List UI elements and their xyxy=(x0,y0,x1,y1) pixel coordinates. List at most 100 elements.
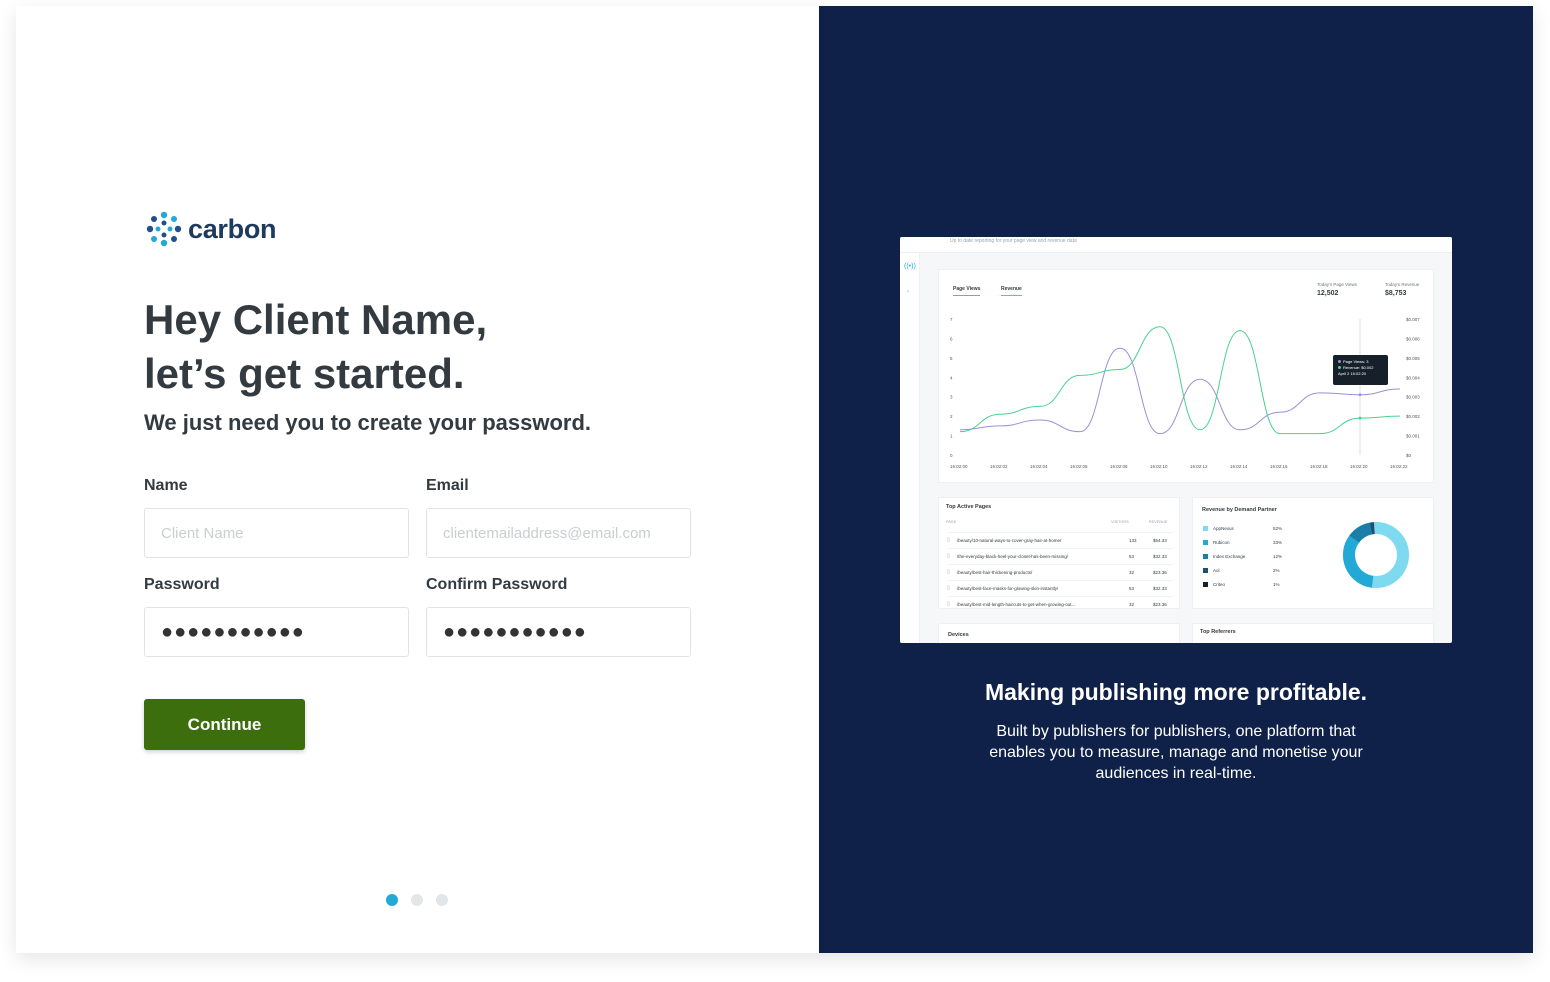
hover-point xyxy=(1358,393,1362,397)
signup-card: carbon Hey Client Name, let’s get starte… xyxy=(16,6,1533,953)
y2-tick-label: $0.002 xyxy=(1406,414,1420,419)
name-field[interactable] xyxy=(144,508,409,558)
y-tick-label: 2 xyxy=(950,414,953,419)
x-tick-label: 15:02:06 xyxy=(1110,464,1128,469)
legend-swatch xyxy=(1203,526,1208,531)
brand-name: carbon xyxy=(188,213,277,244)
brand-logo: carbon xyxy=(144,208,277,250)
y-tick-label: 5 xyxy=(950,356,953,361)
partner-percent: 1% xyxy=(1273,582,1280,587)
y2-tick-label: $0.003 xyxy=(1406,395,1420,400)
devices-panel: Devices xyxy=(938,623,1180,643)
top-page-row: ▯ /beauty/best-mid-length-haircuts-to-get… xyxy=(947,596,1172,612)
x-tick-label: 15:02:04 xyxy=(1030,464,1048,469)
top-page-path: /beauty/10-natural-ways-to-cover-gray-ha… xyxy=(957,538,1062,543)
top-page-path: /the-everyday-black-heel-your-closet-has… xyxy=(957,554,1069,559)
col-visitors: VISITORS xyxy=(1111,520,1129,524)
top-page-revenue: $23.36 xyxy=(1153,602,1167,607)
continue-button[interactable]: Continue xyxy=(144,699,305,750)
password-label: Password xyxy=(144,576,220,593)
top-page-revenue: $32.33 xyxy=(1153,586,1167,591)
page-icon: ▯ xyxy=(947,537,950,543)
step-dot-3[interactable] xyxy=(436,894,448,906)
legend-swatch xyxy=(1203,540,1208,545)
top-page-visitors: 53 xyxy=(1129,554,1135,559)
partner-item: Index Exchange 12% xyxy=(1203,554,1282,559)
step-indicator xyxy=(386,894,448,906)
top-page-visitors: 53 xyxy=(1129,586,1135,591)
partner-name: Aol xyxy=(1213,568,1220,573)
preview-sidebar: ((•)) › xyxy=(900,253,920,643)
form-panel: carbon Hey Client Name, let’s get starte… xyxy=(16,6,819,953)
partner-name: AppNexus xyxy=(1213,526,1234,531)
email-field[interactable] xyxy=(426,508,691,558)
top-page-visitors: 32 xyxy=(1129,602,1135,607)
partner-percent: 12% xyxy=(1273,554,1283,559)
step-dot-2[interactable] xyxy=(411,894,423,906)
page-icon: ▯ xyxy=(947,601,950,607)
page-subtitle: We just need you to create your password… xyxy=(144,410,592,435)
hover-point xyxy=(1358,416,1362,420)
broadcast-icon: ((•)) xyxy=(904,263,916,270)
top-page-path: /beauty/best-mid-length-haircuts-to-get-… xyxy=(957,602,1076,607)
preview-topbar-text: Up to date reporting for your page view … xyxy=(950,238,1077,244)
partner-item: AppNexus 52% xyxy=(1203,526,1282,531)
carbon-logo-icon xyxy=(146,211,182,247)
partner-percent: 2% xyxy=(1273,568,1280,573)
top-page-visitors: 32 xyxy=(1129,570,1135,575)
referrers-panel: Top Referrers xyxy=(1192,623,1434,643)
x-tick-label: 15:02:00 xyxy=(950,464,968,469)
partner-percent: 52% xyxy=(1273,526,1283,531)
y-tick-label: 0 xyxy=(950,453,953,458)
page-icon: ▯ xyxy=(947,585,950,591)
x-tick-label: 15:02:22 xyxy=(1390,464,1408,469)
top-page-revenue: $32.33 xyxy=(1153,554,1167,559)
chevron-right-icon: › xyxy=(907,289,909,295)
top-page-revenue: $54.33 xyxy=(1153,538,1167,543)
partner-name: Criteo xyxy=(1213,582,1226,587)
promo-body: Built by publishers for publishers, one … xyxy=(989,723,1363,782)
page-title: Hey Client Name, let’s get started. xyxy=(144,293,487,401)
confirm-password-label: Confirm Password xyxy=(426,576,568,593)
y2-tick-label: $0.005 xyxy=(1406,356,1420,361)
top-page-path: /beauty/best-hair-thickening-products/ xyxy=(957,570,1033,575)
x-tick-label: 15:02:16 xyxy=(1270,464,1288,469)
tooltip-revenue: Revenue: $0.002 xyxy=(1343,365,1374,370)
chart-tooltip: Page Views: 3 Revenue: $0.002 April 2 15… xyxy=(1333,355,1388,385)
y2-tick-label: $0.006 xyxy=(1406,336,1420,341)
partner-item: Criteo 1% xyxy=(1203,582,1280,587)
page-icon: ▯ xyxy=(947,569,950,575)
legend-swatch xyxy=(1203,554,1208,559)
x-tick-label: 15:02:10 xyxy=(1150,464,1168,469)
devices-title: Devices xyxy=(948,632,969,638)
top-page-revenue: $23.36 xyxy=(1153,570,1167,575)
promo-title: Making publishing more profitable. xyxy=(984,679,1368,705)
headline-line-1: Hey Client Name, xyxy=(144,296,488,343)
email-label: Email xyxy=(426,477,469,494)
password-field[interactable] xyxy=(144,607,409,657)
referrers-title: Top Referrers xyxy=(1200,629,1236,635)
tooltip-date: April 2 15:02:20 xyxy=(1338,371,1367,376)
top-page-visitors: 133 xyxy=(1129,538,1137,543)
col-revenue: REVENUE xyxy=(1149,520,1168,524)
top-page-row: ▯ /the-everyday-black-heel-your-closet-ha… xyxy=(947,548,1172,564)
preview-topbar: Up to date reporting for your page view … xyxy=(900,237,1452,253)
tooltip-page-views: Page Views: 3 xyxy=(1343,359,1369,364)
x-tick-label: 15:02:20 xyxy=(1350,464,1368,469)
x-tick-label: 15:02:02 xyxy=(990,464,1008,469)
partner-item: Rubicon 33% xyxy=(1203,540,1282,545)
partner-item: Aol 2% xyxy=(1203,568,1280,573)
col-page: PAGE xyxy=(946,520,957,524)
partners-panel: Revenue by Demand Partner AppNexus 52% Rub… xyxy=(1192,497,1434,609)
top-pages-title: Top Active Pages xyxy=(946,504,992,510)
confirm-password-field[interactable] xyxy=(426,607,691,657)
top-pages-panel: Top Active Pages PAGE VISITORS REVENUE ▯… xyxy=(938,497,1180,609)
x-tick-label: 15:02:05 xyxy=(1070,464,1088,469)
top-page-row: ▯ /beauty/best-face-masks-for-glowing-ski… xyxy=(947,580,1172,596)
partners-title: Revenue by Demand Partner xyxy=(1202,507,1277,513)
y-tick-label: 6 xyxy=(950,336,953,341)
donut-chart xyxy=(1343,522,1409,588)
y-tick-label: 4 xyxy=(950,375,953,380)
step-dot-1[interactable] xyxy=(386,894,398,906)
headline-line-2: let’s get started. xyxy=(144,350,465,397)
